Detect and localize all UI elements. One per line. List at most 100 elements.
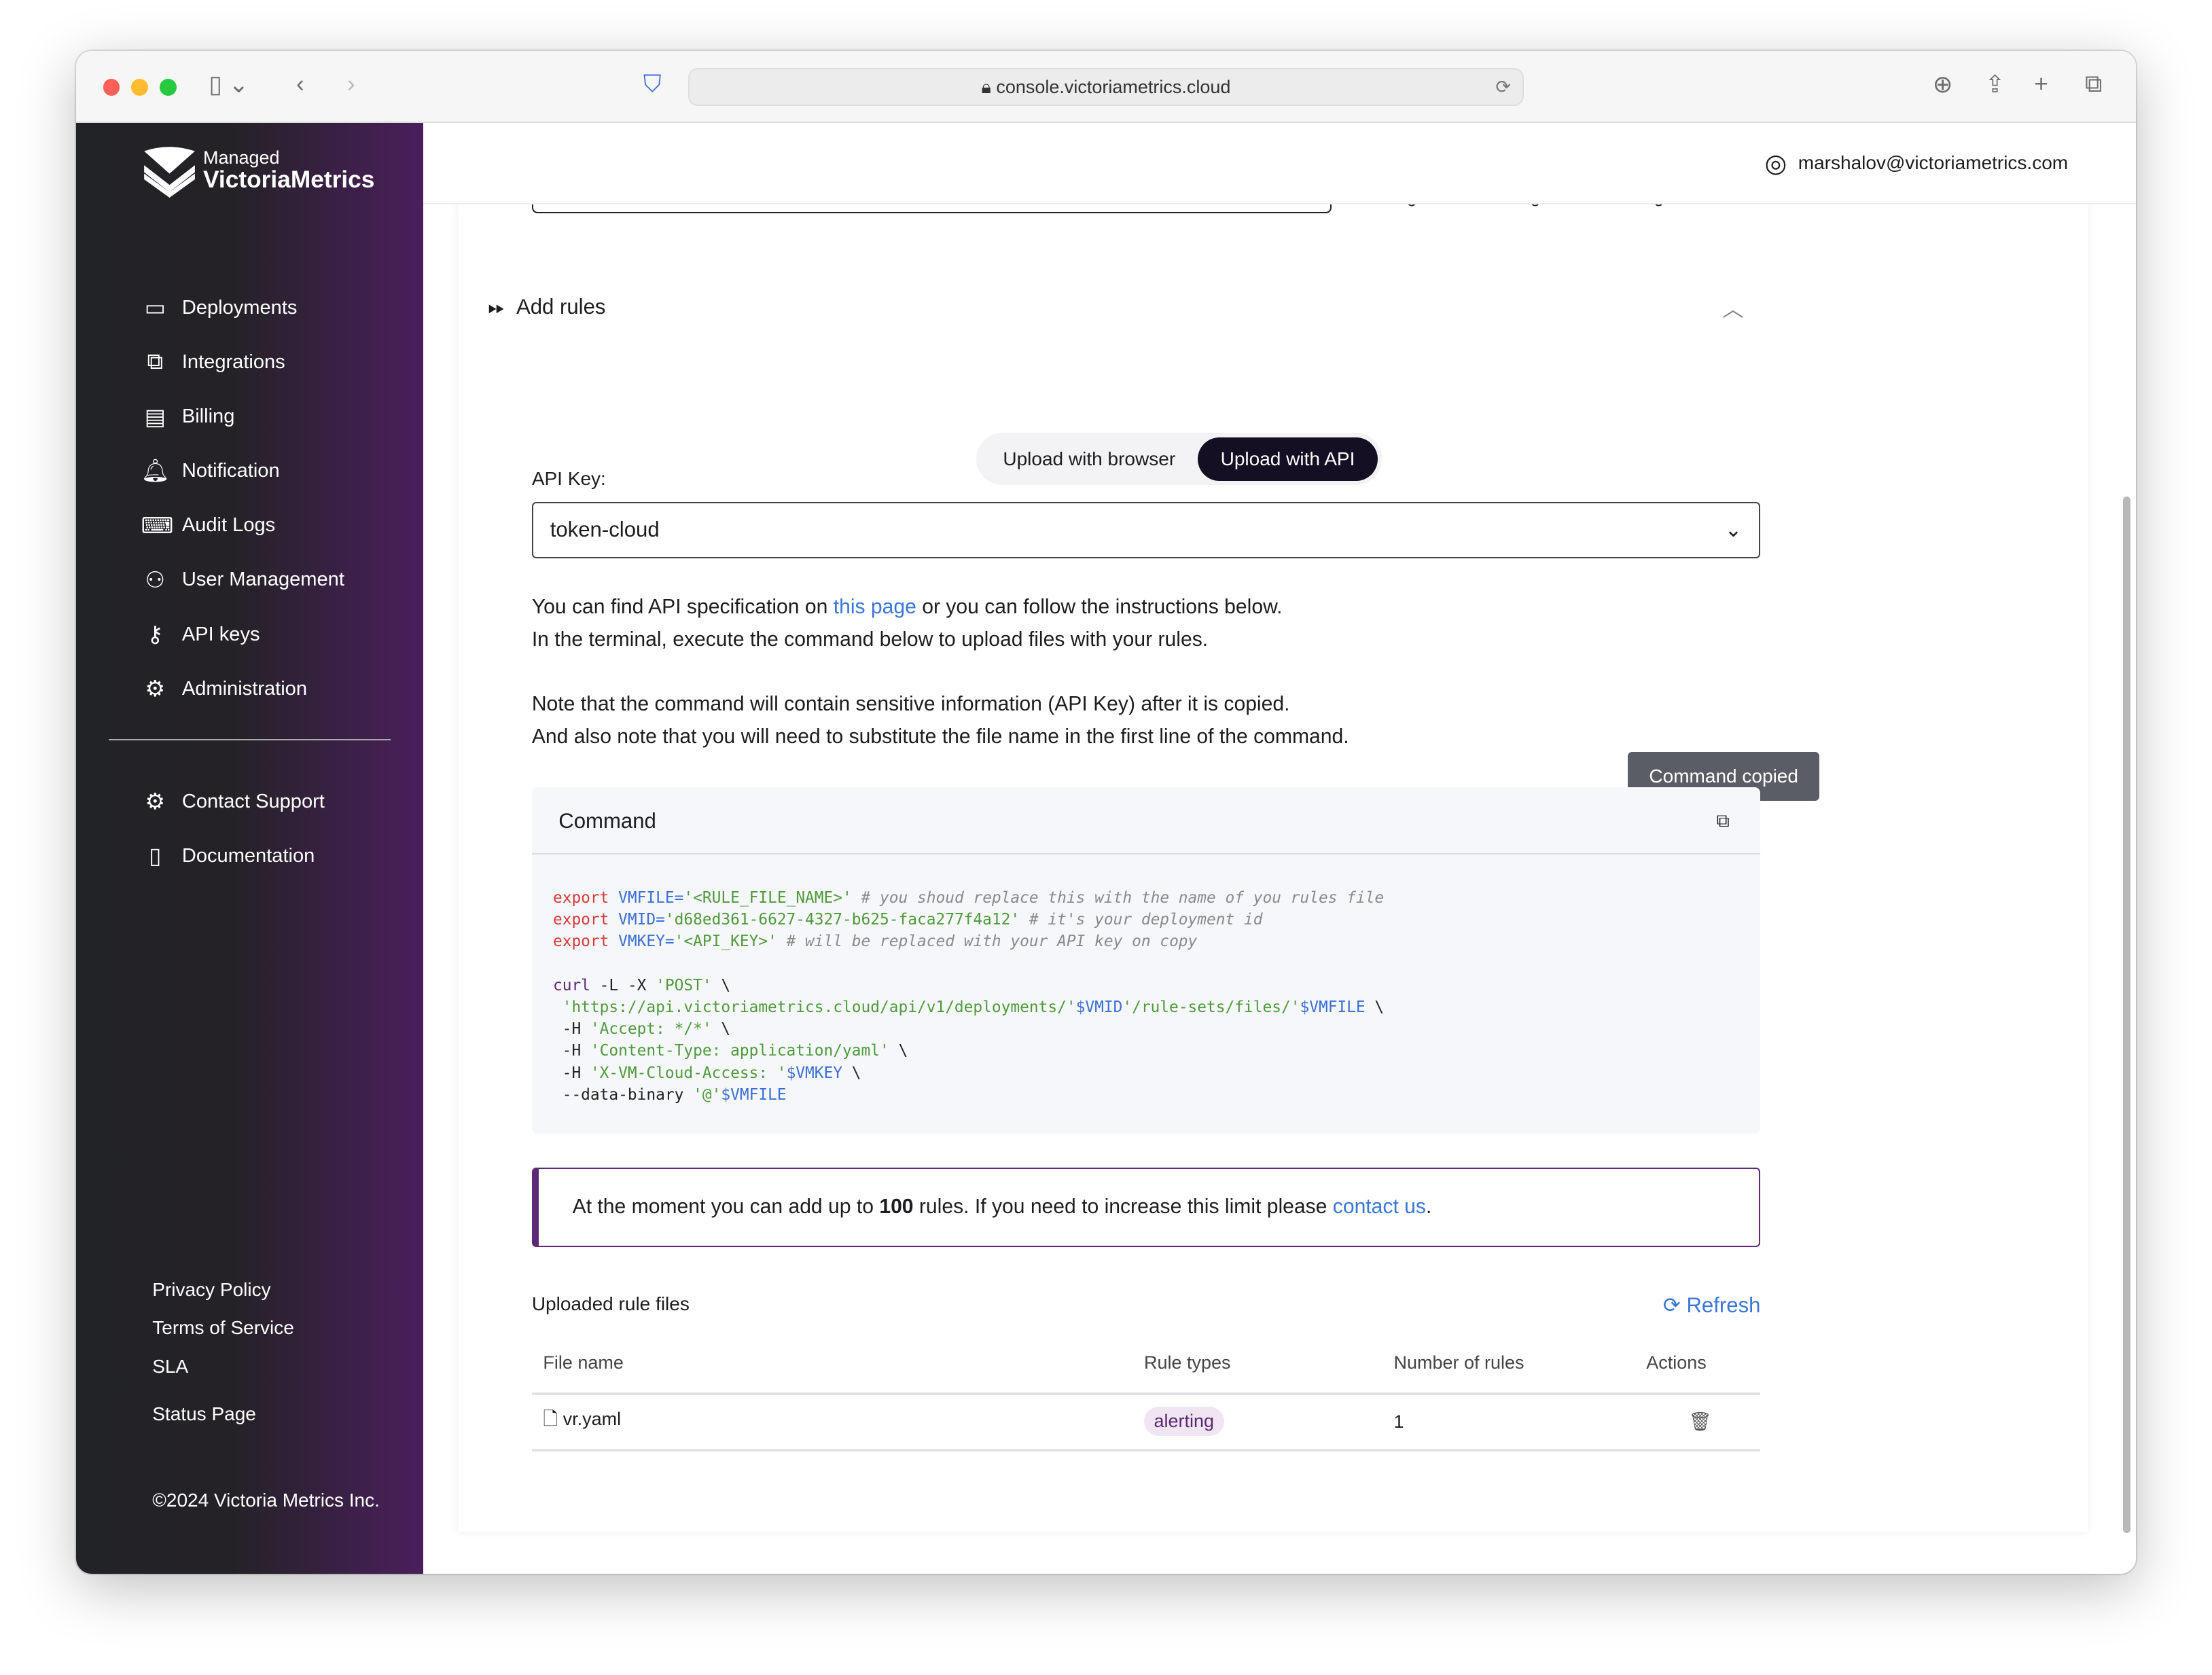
code-token-str: '/rule-sets/files/' xyxy=(1122,998,1300,1016)
code-line: export VMFILE='<RULE_FILE_NAME>' # you s… xyxy=(553,887,1739,909)
close-window-button[interactable] xyxy=(103,79,120,96)
new-tab-icon[interactable]: + xyxy=(2034,71,2048,98)
privacy-policy-link[interactable]: Privacy Policy xyxy=(152,1279,270,1301)
rule-count: 1 xyxy=(1382,1393,1635,1452)
code-token-str: '<API_KEY>' xyxy=(674,933,777,951)
sidebar-divider xyxy=(108,739,391,740)
main-content: ◎ marshalov@victoriametrics.com configura… xyxy=(423,122,2136,1574)
sidebar-item-notification[interactable]: 🔔︎ Notification xyxy=(141,444,344,499)
api-key-select[interactable]: token-cloud ⌄ xyxy=(531,502,1761,559)
scrollbar[interactable] xyxy=(2123,496,2130,1534)
code-token-cm: # you shoud replace this with the name o… xyxy=(851,889,1385,907)
sla-link[interactable]: SLA xyxy=(152,1356,188,1377)
sidebar-item-label: Documentation xyxy=(181,844,315,867)
book-icon: ▯ xyxy=(149,844,162,869)
sidebar-item-label: Billing xyxy=(181,406,235,428)
sidebar-item-audit-logs[interactable]: ⌨ Audit Logs xyxy=(141,499,344,553)
sidebar-toggle-icon[interactable]: ▯ ⌄ xyxy=(209,71,249,98)
maximize-window-button[interactable] xyxy=(159,79,177,96)
code-token-kw: export xyxy=(552,889,619,907)
sidebar-secondary-nav: ⚙ Contact Support ▯ Documentation xyxy=(141,774,325,883)
sidebar-item-billing[interactable]: ▤ Billing xyxy=(141,389,344,444)
code-line: -H 'Accept: */*' \ xyxy=(553,1018,1739,1040)
rule-type-badge: alerting xyxy=(1144,1407,1224,1436)
sidebar-item-contact-support[interactable]: ⚙ Contact Support xyxy=(141,774,325,829)
copy-icon[interactable]: ⧉ xyxy=(1716,787,1729,855)
sidebar-item-label: Administration xyxy=(181,677,307,700)
sidebar-item-label: User Management xyxy=(181,569,344,591)
lock-icon: 🔒︎ xyxy=(981,76,991,97)
address-bar[interactable]: 🔒︎ console.victoriametrics.cloud ⟳ xyxy=(688,67,1524,106)
column-actions: Actions xyxy=(1635,1334,1761,1395)
code-token-var: $VMFILE xyxy=(721,1085,787,1104)
user-email: marshalov@victoriametrics.com xyxy=(1798,152,2069,174)
sidebar: Managed VictoriaMetrics ▭ Deployments ⧉ Inte… xyxy=(76,122,423,1574)
code-token-str: 'POST' xyxy=(656,976,712,994)
code-token-var: VMID= xyxy=(618,911,665,929)
logo[interactable]: Managed VictoriaMetrics xyxy=(141,143,375,199)
pocket-icon[interactable]: ⛉ xyxy=(643,71,661,98)
forward-icon[interactable]: › xyxy=(347,71,355,98)
terms-of-service-link[interactable]: Terms of Service xyxy=(152,1317,294,1339)
sidebar-item-label: Deployments xyxy=(181,296,298,319)
download-icon[interactable]: ⊕ xyxy=(1933,71,1953,98)
api-spec-link[interactable]: this page xyxy=(834,596,916,618)
delete-icon[interactable]: 🗑︎ xyxy=(1635,1393,1761,1452)
sidebar-item-documentation[interactable]: ▯ Documentation xyxy=(141,829,325,883)
sidebar-item-deployments[interactable]: ▭ Deployments xyxy=(141,281,344,335)
terminal-icon: ⌨ xyxy=(141,513,174,539)
table-row: 🗋 vr.yaml alerting 1 🗑︎ xyxy=(531,1393,1761,1452)
code-line: export VMID='d68ed361-6627-4327-b625-fac… xyxy=(553,909,1739,931)
victoriametrics-logo-icon xyxy=(143,146,195,198)
minimize-window-button[interactable] xyxy=(131,79,148,96)
status-page-link[interactable]: Status Page xyxy=(152,1403,256,1425)
limit-text: rules. If you need to increase this limi… xyxy=(913,1195,1333,1219)
column-number-of-rules: Number of rules xyxy=(1382,1334,1635,1395)
sidebar-item-label: Contact Support xyxy=(181,790,325,812)
back-icon[interactable]: ‹ xyxy=(296,71,304,98)
code-line: --data-binary '@'$VMFILE xyxy=(553,1084,1739,1106)
code-token-pl: \ xyxy=(711,1020,731,1039)
sidebar-item-user-management[interactable]: ⚇ User Management xyxy=(141,553,344,607)
users-icon: ⚇ xyxy=(145,567,166,593)
filename-note: And also note that you will need to subs… xyxy=(531,725,1349,749)
support-icon: ⚙ xyxy=(145,789,166,815)
rules-card: configurationconfigurationconfiguration … xyxy=(458,190,2088,1532)
code-token-pl: \ xyxy=(1365,998,1385,1016)
code-token-kw: export xyxy=(552,933,619,951)
reload-icon[interactable]: ⟳ xyxy=(1495,69,1511,106)
code-token-str: 'Content-Type: application/yaml' xyxy=(590,1042,889,1060)
top-header: ◎ marshalov@victoriametrics.com xyxy=(423,122,2136,205)
code-token-pl: -H xyxy=(552,1064,590,1082)
code-token-pl: \ xyxy=(842,1064,861,1082)
code-token-var: $VMFILE xyxy=(1300,998,1366,1016)
sidebar-item-administration[interactable]: ⚙ Administration xyxy=(141,662,344,716)
code-token-pl: -H xyxy=(552,1042,590,1060)
uploaded-files-header: Uploaded rule files ⟳ Refresh xyxy=(532,1293,1761,1318)
code-token-pl: -H xyxy=(552,1020,590,1039)
file-name: vr.yaml xyxy=(563,1409,622,1430)
code-token-kw: export xyxy=(552,911,619,929)
command-title: Command xyxy=(558,808,656,833)
sidebar-item-integrations[interactable]: ⧉ Integrations xyxy=(141,335,344,389)
code-token-cm: # will be replaced with your API key on … xyxy=(777,933,1198,951)
code-token-str: '<RULE_FILE_NAME>' xyxy=(683,889,852,907)
code-token-pl: --data-binary xyxy=(552,1085,694,1104)
code-token-var: $VMID xyxy=(1075,998,1123,1016)
sidebar-item-api-keys[interactable]: ⚷ API keys xyxy=(141,607,344,662)
contact-us-link[interactable]: contact us xyxy=(1333,1195,1426,1218)
logo-title: VictoriaMetrics xyxy=(202,166,375,194)
code-token-pl: \ xyxy=(711,976,731,994)
command-block: Command ⧉ export VMFILE='<RULE_FILE_NAME>… xyxy=(531,787,1761,1134)
share-icon[interactable]: ⇪ xyxy=(1985,71,2005,98)
chevron-up-icon[interactable]: ︿ xyxy=(1722,292,1743,323)
section-title: Add rules xyxy=(516,295,606,319)
fast-forward-icon: ⏩︎ xyxy=(488,294,505,319)
column-file-name: File name xyxy=(531,1334,1133,1395)
refresh-button[interactable]: ⟳ Refresh xyxy=(1663,1293,1761,1318)
tabs-overview-icon[interactable]: ⧉ xyxy=(2085,71,2102,98)
add-rules-header[interactable]: ⏩︎ Add rules ︿ xyxy=(488,292,1743,323)
user-menu[interactable]: ◎ marshalov@victoriametrics.com xyxy=(1765,148,2069,178)
instructions: You can find API specification on this p… xyxy=(532,591,1761,753)
limit-text: . xyxy=(1425,1195,1432,1219)
